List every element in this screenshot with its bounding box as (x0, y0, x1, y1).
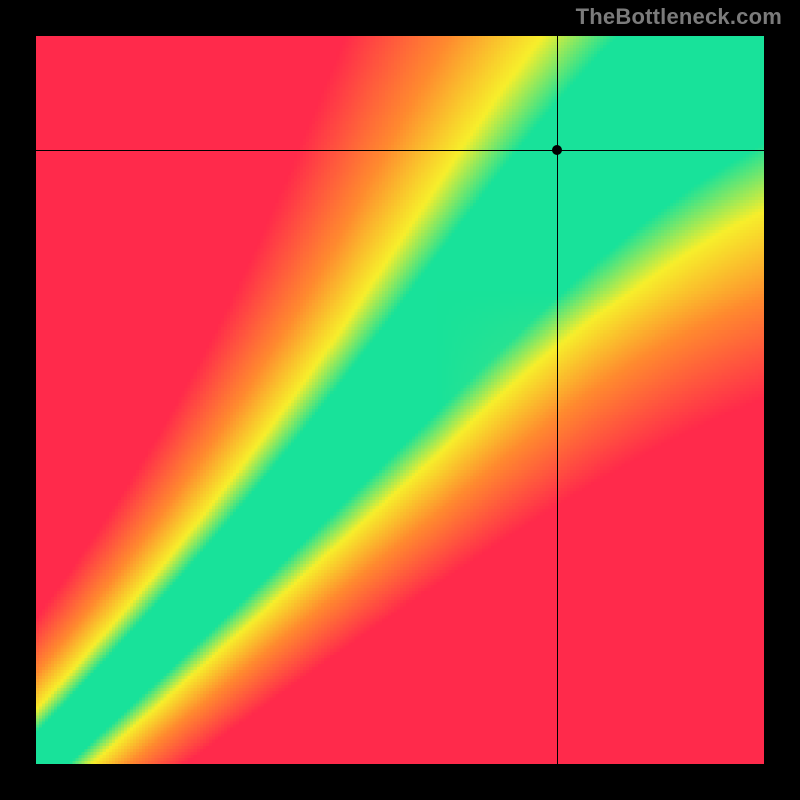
watermark-text: TheBottleneck.com (576, 4, 782, 30)
chart-stage: TheBottleneck.com (0, 0, 800, 800)
plot-frame (36, 36, 764, 764)
heatmap-canvas (36, 36, 764, 764)
marker-dot (552, 145, 562, 155)
crosshair-horizontal (36, 150, 764, 151)
